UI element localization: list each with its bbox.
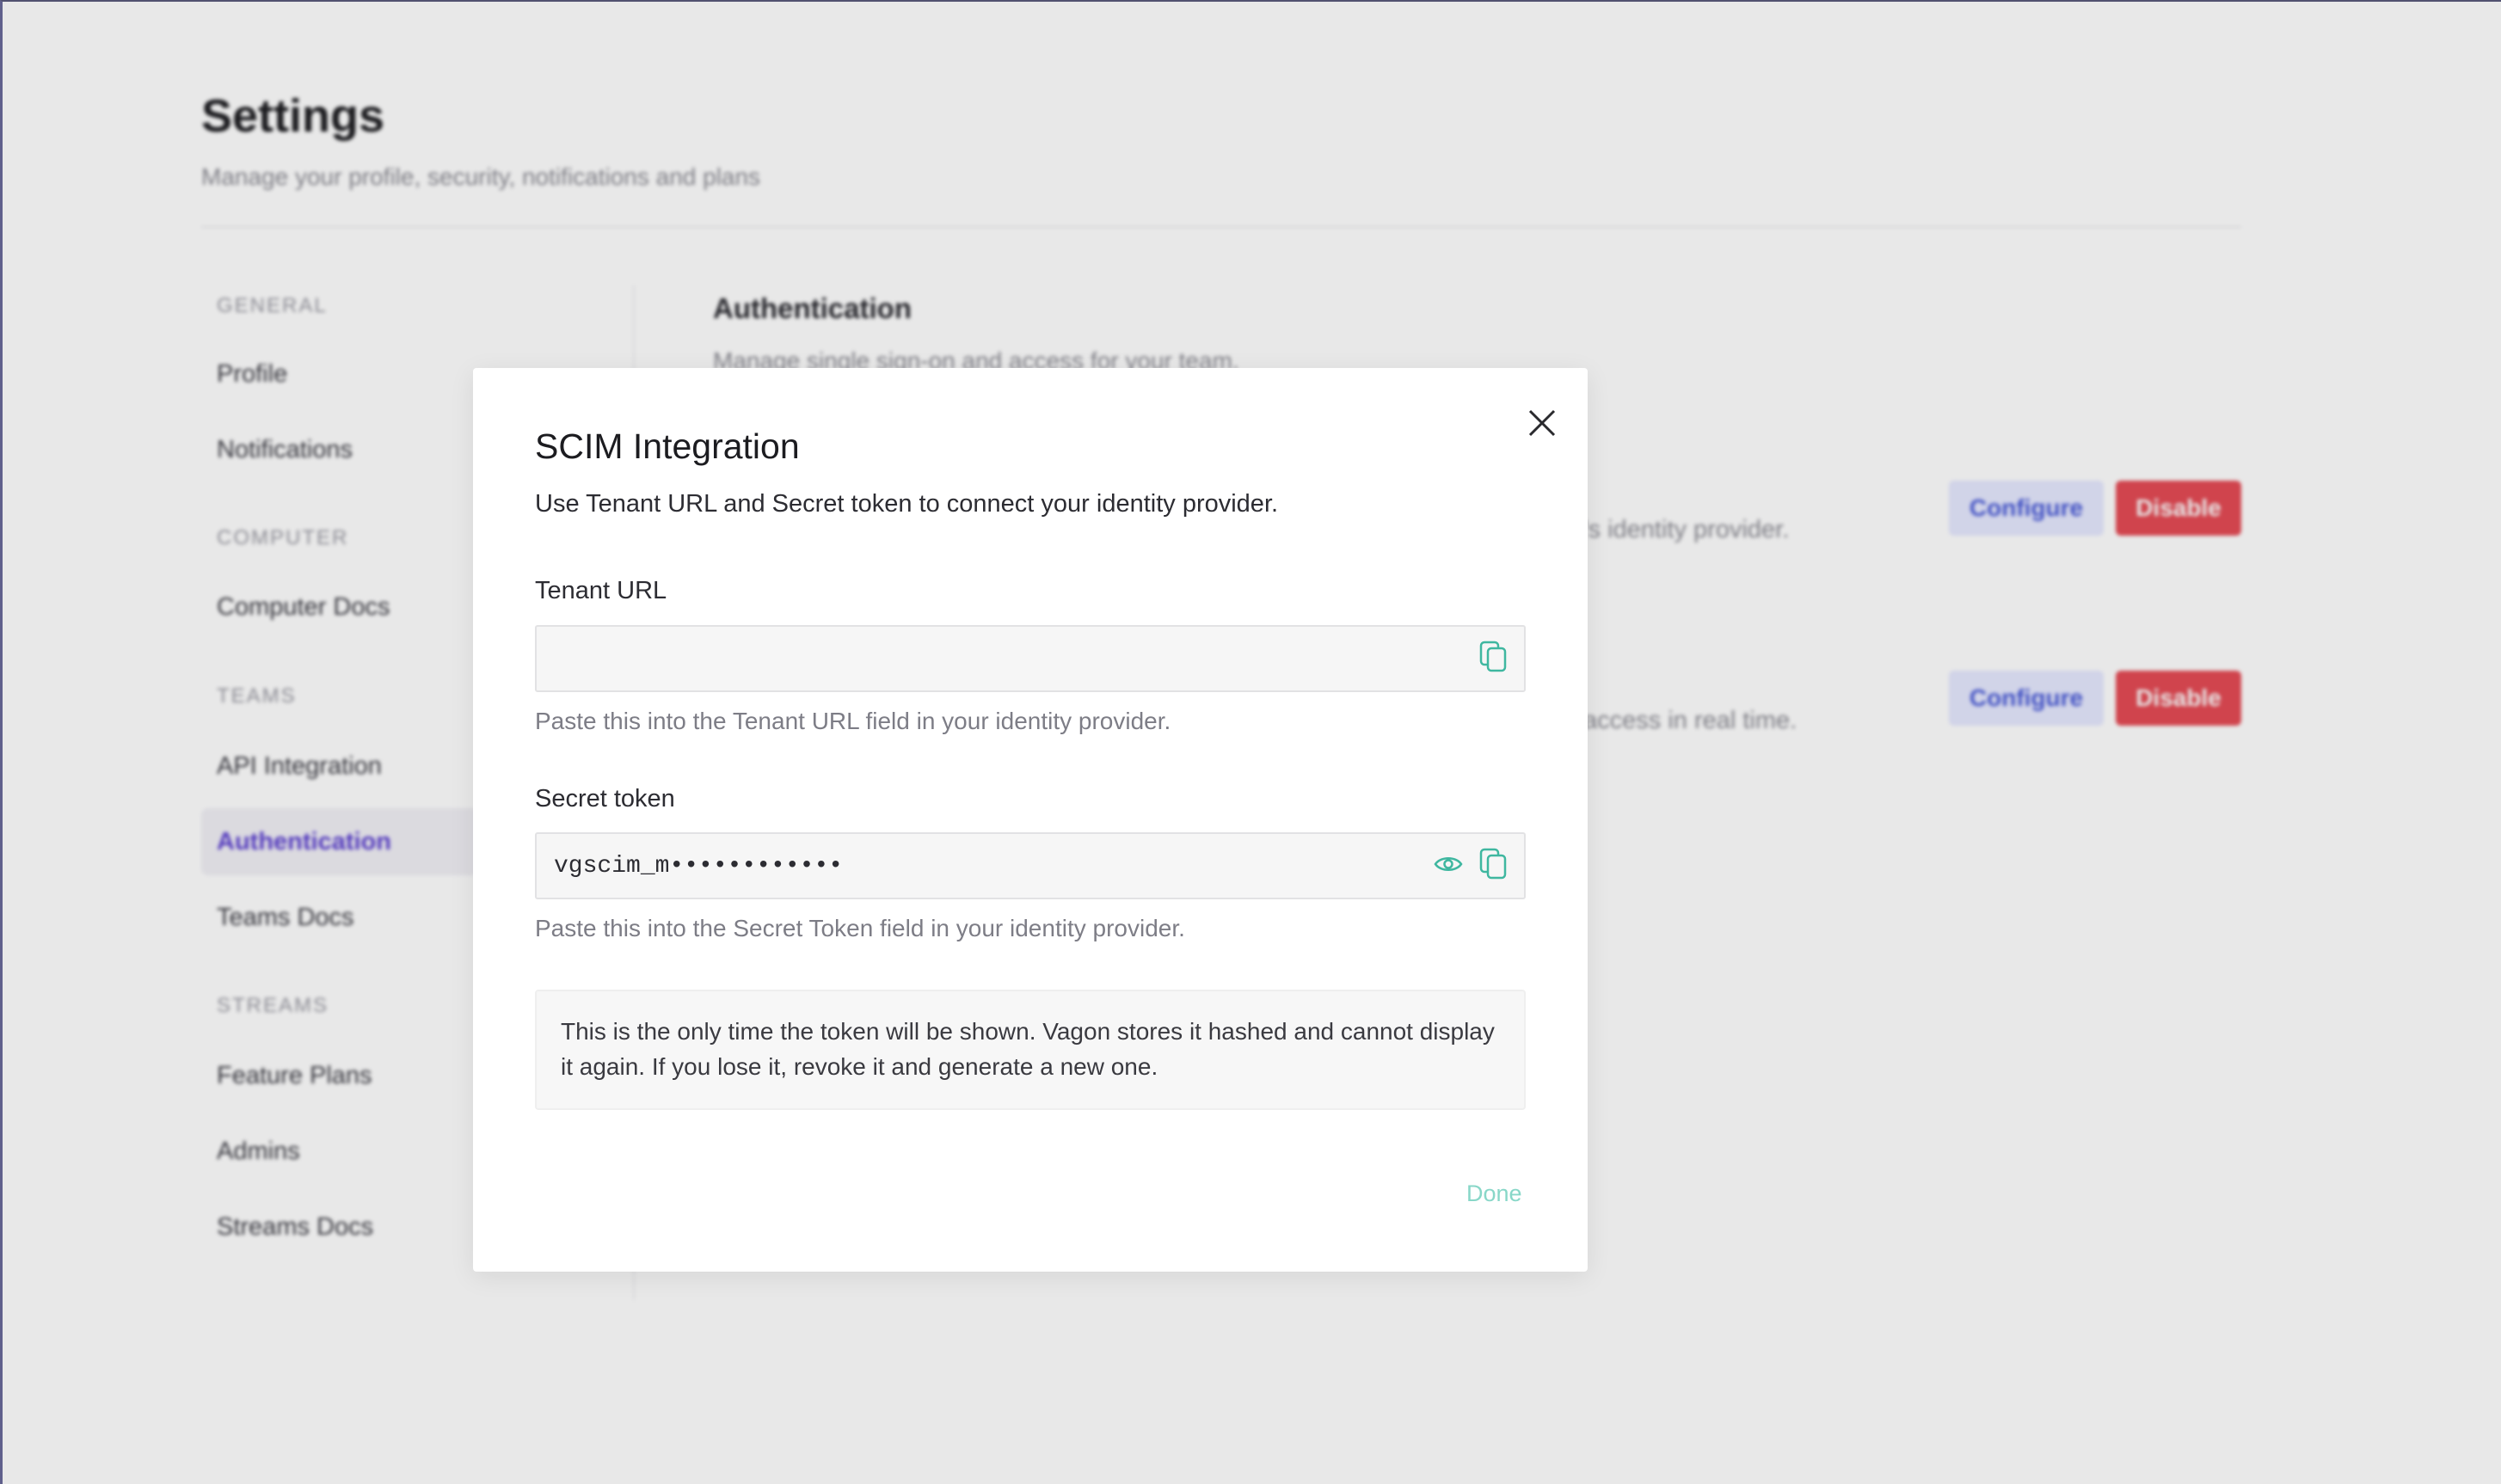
tenant-url-field <box>535 625 1526 692</box>
eye-icon <box>1434 854 1463 879</box>
modal-title: SCIM Integration <box>535 426 800 466</box>
scim-integration-modal: SCIM Integration Use Tenant URL and Secr… <box>473 368 1588 1272</box>
reveal-token-button[interactable] <box>1431 849 1466 883</box>
copy-icon <box>1479 848 1509 885</box>
secret-token-help: Paste this into the Secret Token field i… <box>535 915 1185 941</box>
tenant-url-copy-button[interactable] <box>1477 641 1511 676</box>
tenant-url-help: Paste this into the Tenant URL field in … <box>535 708 1171 734</box>
secret-token-field <box>535 832 1526 899</box>
modal-description: Use Tenant URL and Secret token to conne… <box>535 490 1279 518</box>
token-warning-notice: This is the only time the token will be … <box>535 990 1526 1110</box>
copy-icon <box>1479 641 1509 678</box>
secret-token-label: Secret token <box>535 785 675 813</box>
tenant-url-input[interactable] <box>537 627 1397 690</box>
done-button[interactable]: Done <box>1466 1180 1522 1207</box>
secret-token-input[interactable] <box>537 834 1397 898</box>
secret-token-copy-button[interactable] <box>1477 848 1511 885</box>
close-button[interactable] <box>1516 399 1568 451</box>
close-icon <box>1527 408 1558 443</box>
tenant-url-label: Tenant URL <box>535 577 667 604</box>
